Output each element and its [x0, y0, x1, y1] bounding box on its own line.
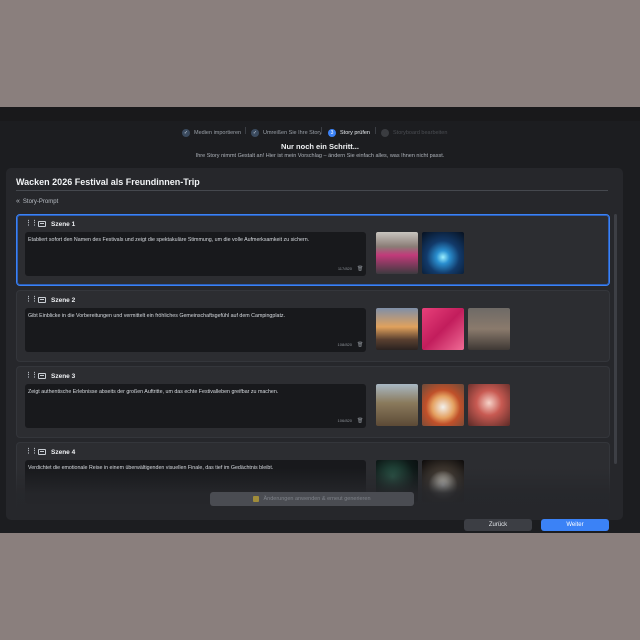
- scene-card-1[interactable]: ⋮⋮ Szene 1 Etabliert sofort den Namen de…: [16, 214, 610, 286]
- character-counter: 117/820: [337, 266, 352, 271]
- step-divider: [321, 127, 322, 134]
- trash-icon[interactable]: 🗑: [357, 267, 363, 272]
- step-divider: [375, 127, 376, 134]
- apply-and-regenerate-button[interactable]: Änderungen anwenden & erneut generieren: [210, 492, 414, 506]
- step-number-badge: 4: [381, 129, 389, 137]
- step-number-badge: 3: [328, 129, 336, 137]
- app-window: ✓ Medien importieren ✓ Umreißen Sie Ihre…: [0, 107, 640, 533]
- scene-media: [376, 384, 510, 426]
- progress-stepper: ✓ Medien importieren ✓ Umreißen Sie Ihre…: [0, 127, 640, 139]
- scene-header: ⋮⋮ Szene 4: [25, 448, 75, 456]
- story-prompt-link[interactable]: « Story-Prompt: [16, 198, 58, 205]
- scrollbar[interactable]: [614, 214, 617, 464]
- scene-card-3[interactable]: ⋮⋮ Szene 3 Zeigt authentische Erlebnisse…: [16, 366, 610, 438]
- character-counter: 108/820: [337, 342, 352, 347]
- story-title: Wacken 2026 Festival als Freundinnen-Tri…: [16, 177, 200, 187]
- film-icon: [38, 449, 46, 455]
- scene-title: Szene 2: [51, 296, 76, 304]
- check-icon: ✓: [182, 129, 190, 137]
- character-counter: 106/820: [337, 418, 352, 423]
- step-review-story[interactable]: 3 Story prüfen: [328, 127, 370, 139]
- page-subline: Ihre Story nimmt Gestalt an! Hier ist me…: [195, 153, 445, 159]
- step-label: Storyboard bearbeiten: [393, 130, 448, 136]
- scene-title: Szene 1: [51, 220, 76, 228]
- step-label: Story prüfen: [340, 130, 370, 136]
- step-divider: [245, 127, 246, 134]
- media-thumbnail[interactable]: [376, 308, 418, 350]
- story-panel: Wacken 2026 Festival als Freundinnen-Tri…: [6, 168, 623, 520]
- drag-handle-icon[interactable]: ⋮⋮: [25, 296, 38, 304]
- media-thumbnail[interactable]: [422, 308, 464, 350]
- scene-header: ⋮⋮ Szene 1: [25, 220, 75, 228]
- media-thumbnail[interactable]: [422, 232, 464, 274]
- apply-button-label: Änderungen anwenden & erneut generieren: [263, 496, 371, 502]
- story-prompt-label: Story-Prompt: [22, 198, 59, 205]
- title-divider: [16, 190, 608, 191]
- media-thumbnail[interactable]: [422, 384, 464, 426]
- film-icon: [38, 373, 46, 379]
- media-thumbnail[interactable]: [468, 308, 510, 350]
- film-icon: [38, 221, 46, 227]
- drag-handle-icon[interactable]: ⋮⋮: [25, 448, 38, 456]
- media-thumbnail[interactable]: [376, 232, 418, 274]
- scene-description-text: Etabliert sofort den Namen des Festivals…: [28, 237, 310, 243]
- scene-header: ⋮⋮ Szene 3: [25, 372, 75, 380]
- step-import-media[interactable]: ✓ Medien importieren: [182, 127, 241, 139]
- page-headline: Nur noch ein Schritt...: [281, 142, 359, 151]
- sparkle-icon: [253, 496, 260, 502]
- scene-description-text: Zeigt authentische Erlebnisse abseits de…: [28, 389, 279, 395]
- scene-media: [376, 308, 510, 350]
- check-icon: ✓: [251, 129, 259, 137]
- scene-header: ⋮⋮ Szene 2: [25, 296, 75, 304]
- trash-icon[interactable]: 🗑: [357, 419, 363, 424]
- drag-handle-icon[interactable]: ⋮⋮: [25, 220, 38, 228]
- step-label: Medien importieren: [194, 130, 242, 136]
- scene-description-field[interactable]: Etabliert sofort den Namen des Festivals…: [25, 232, 366, 276]
- step-edit-storyboard: 4 Storyboard bearbeiten: [381, 127, 447, 139]
- scene-card-2[interactable]: ⋮⋮ Szene 2 Gibt Einblicke in die Vorbere…: [16, 290, 610, 362]
- media-thumbnail[interactable]: [376, 384, 418, 426]
- double-chevron-left-icon: «: [16, 198, 20, 205]
- scene-description-text: Gibt Einblicke in die Vorbereitungen und…: [28, 313, 286, 319]
- step-outline-story[interactable]: ✓ Umreißen Sie Ihre Story: [251, 127, 322, 139]
- step-label: Umreißen Sie Ihre Story: [263, 130, 322, 136]
- scene-media: [376, 232, 464, 274]
- media-thumbnail[interactable]: [468, 384, 510, 426]
- scene-description-field[interactable]: Gibt Einblicke in die Vorbereitungen und…: [25, 308, 366, 352]
- drag-handle-icon[interactable]: ⋮⋮: [25, 372, 38, 380]
- scene-title: Szene 4: [51, 448, 76, 456]
- scene-description-field[interactable]: Zeigt authentische Erlebnisse abseits de…: [25, 384, 366, 428]
- next-button[interactable]: Weiter: [541, 519, 609, 531]
- scroll-fade-overlay: [16, 468, 610, 514]
- title-bar: [0, 107, 640, 121]
- film-icon: [38, 297, 46, 303]
- scene-title: Szene 3: [51, 372, 76, 380]
- back-button[interactable]: Zurück: [464, 519, 532, 531]
- trash-icon[interactable]: 🗑: [357, 343, 363, 348]
